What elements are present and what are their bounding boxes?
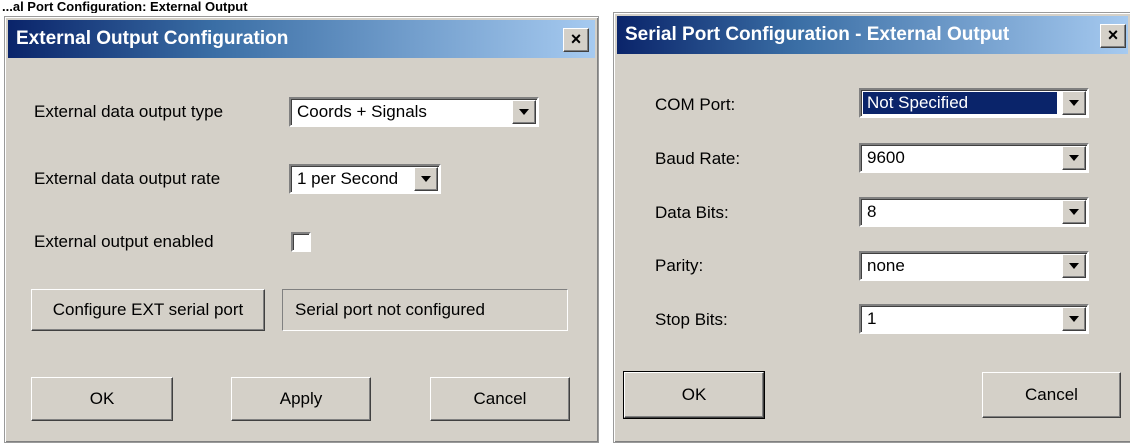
ok-button[interactable]: OK: [623, 371, 765, 419]
dialog-title: Serial Port Configuration - External Out…: [625, 24, 1010, 45]
stop-bits-value: 1: [867, 309, 877, 328]
chevron-down-icon[interactable]: [414, 167, 438, 191]
configure-button-label: Configure EXT serial port: [52, 300, 244, 319]
close-button[interactable]: ×: [563, 28, 589, 52]
apply-button-label: Apply: [279, 389, 323, 408]
com-port-value: Not Specified: [863, 92, 1057, 114]
serial-status-text: Serial port not configured: [295, 300, 485, 319]
baud-rate-value: 9600: [867, 148, 905, 167]
chevron-down-icon[interactable]: [1062, 91, 1086, 115]
external-output-configuration-dialog: External Output Configuration × External…: [4, 16, 599, 443]
close-icon: ×: [570, 29, 582, 49]
cancel-button-label: Cancel: [1025, 385, 1078, 404]
data-bits-dropdown[interactable]: 8: [859, 197, 1089, 227]
output-enabled-label: External output enabled: [34, 232, 214, 251]
chevron-down-icon[interactable]: [1062, 200, 1086, 224]
serial-port-configuration-dialog: Serial Port Configuration - External Out…: [613, 12, 1130, 443]
ok-button[interactable]: OK: [31, 377, 173, 421]
stop-bits-dropdown[interactable]: 1: [859, 304, 1089, 334]
chevron-down-icon[interactable]: [1062, 146, 1086, 170]
com-port-dropdown[interactable]: Not Specified: [859, 88, 1089, 118]
output-rate-label: External data output rate: [34, 169, 221, 188]
close-button[interactable]: ×: [1100, 24, 1126, 48]
ok-button-label: OK: [89, 389, 115, 408]
baud-rate-dropdown[interactable]: 9600: [859, 143, 1089, 173]
chevron-down-icon[interactable]: [1062, 307, 1086, 331]
output-type-label: External data output type: [34, 102, 224, 121]
output-type-dropdown[interactable]: Coords + Signals: [289, 97, 539, 127]
data-bits-value: 8: [867, 202, 877, 221]
chevron-down-icon[interactable]: [1062, 254, 1086, 278]
parity-dropdown[interactable]: none: [859, 251, 1089, 281]
cancel-button-label: Cancel: [473, 389, 527, 408]
chevron-down-icon[interactable]: [512, 100, 536, 124]
cancel-button[interactable]: Cancel: [982, 372, 1121, 418]
data-bits-label: Data Bits:: [655, 203, 729, 222]
dialog-titlebar[interactable]: External Output Configuration ×: [8, 20, 595, 58]
cancel-button[interactable]: Cancel: [430, 377, 570, 421]
close-icon: ×: [1107, 25, 1119, 45]
stop-bits-label: Stop Bits:: [655, 310, 728, 329]
apply-button[interactable]: Apply: [231, 377, 371, 421]
dialog-title: External Output Configuration: [16, 28, 289, 49]
output-rate-dropdown[interactable]: 1 per Second: [289, 164, 441, 194]
com-port-label: COM Port:: [655, 95, 736, 114]
output-type-value: Coords + Signals: [297, 102, 427, 121]
serial-status-field: Serial port not configured: [282, 289, 568, 331]
parity-label: Parity:: [655, 256, 704, 275]
parity-value: none: [867, 256, 905, 275]
ok-button-label: OK: [681, 385, 707, 404]
top-caption: ...al Port Configuration: External Outpu…: [2, 0, 248, 13]
output-rate-value: 1 per Second: [297, 169, 399, 188]
configure-ext-serial-port-button[interactable]: Configure EXT serial port: [31, 289, 265, 331]
dialog-titlebar[interactable]: Serial Port Configuration - External Out…: [617, 16, 1128, 54]
baud-rate-label: Baud Rate:: [655, 149, 741, 168]
output-enabled-checkbox[interactable]: [291, 232, 311, 252]
